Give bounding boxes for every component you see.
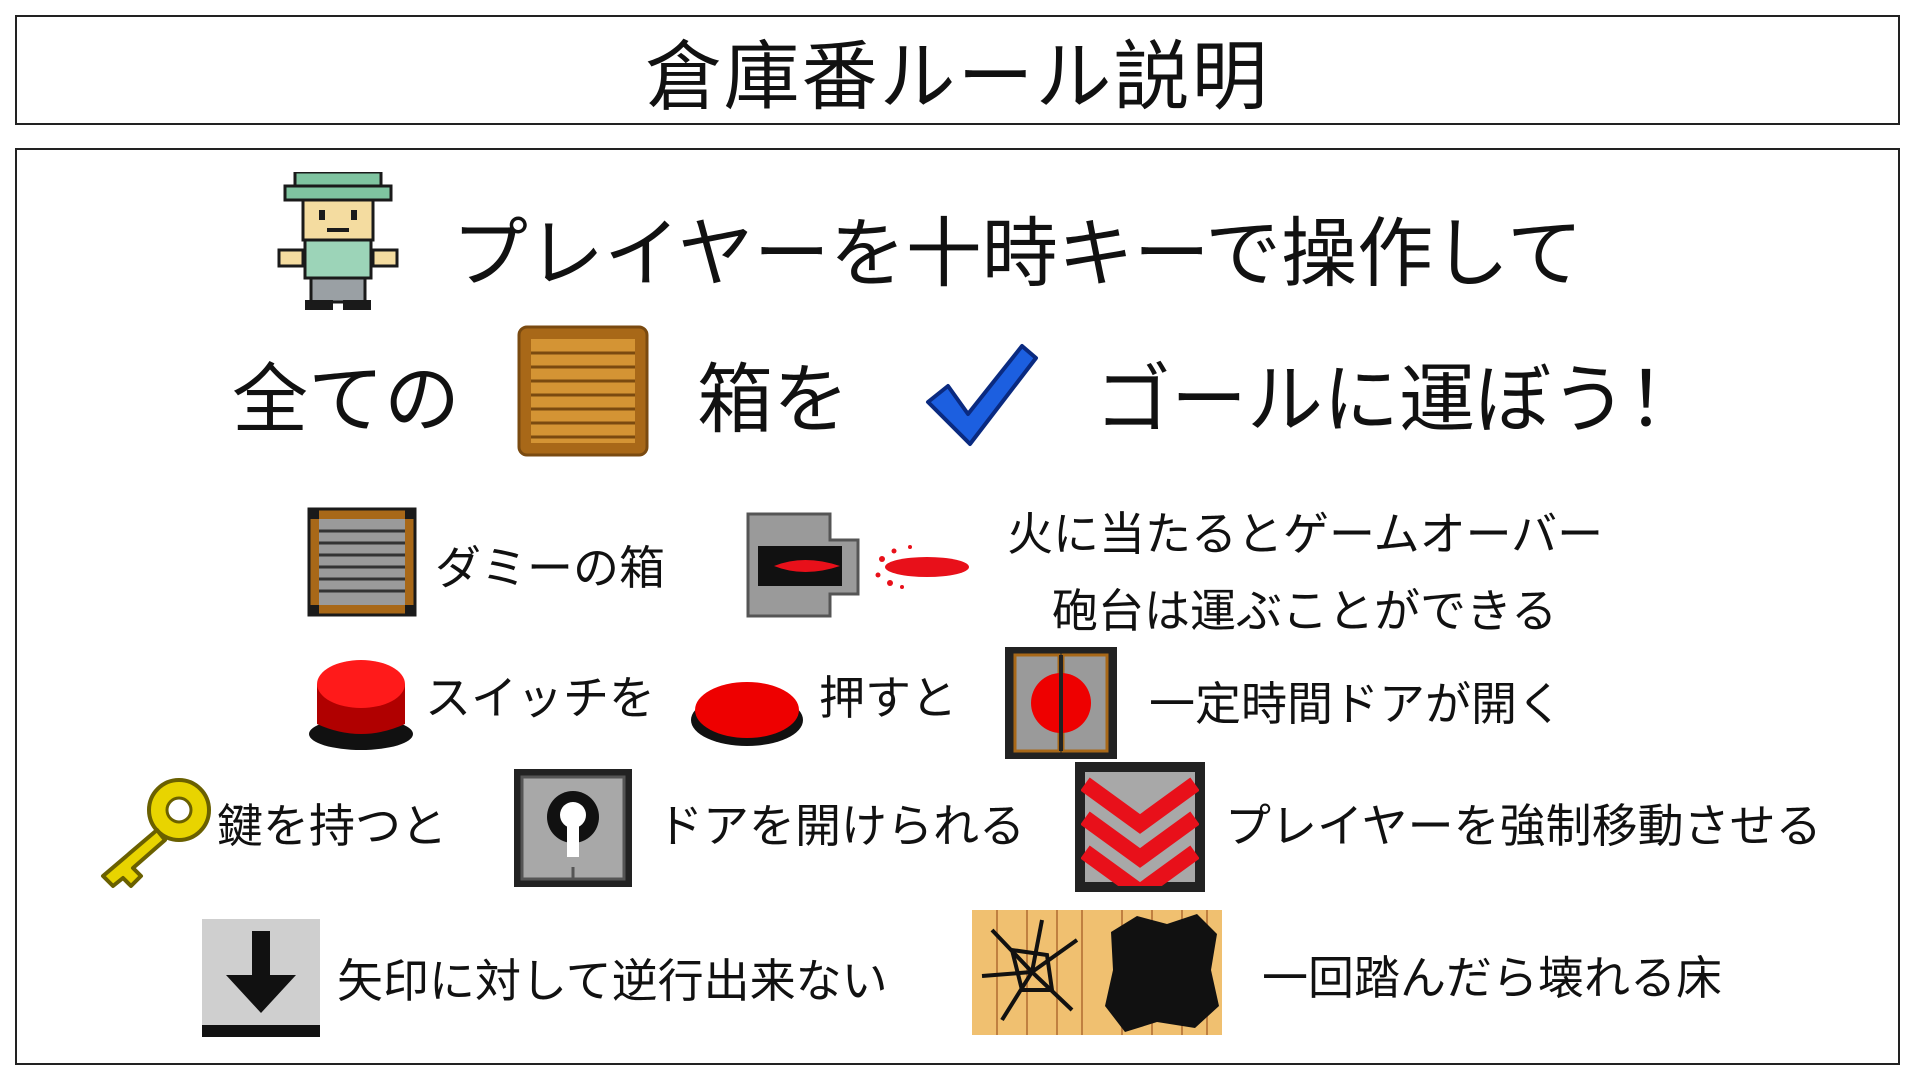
page-title: 倉庫番ルール説明 [645, 32, 1270, 121]
arrow-tile-icon [200, 917, 322, 1039]
arrow-label: 矢印に対して逆行出来ない [337, 954, 888, 1008]
rules-panel: プレイヤーを十時キーで操作して 全ての 箱を ゴールに運ぼう！ ダミーの箱 火に… [15, 148, 1900, 1065]
timed-door-icon [1003, 645, 1119, 761]
intro-goal: ゴールに運ぼう！ [1095, 355, 1703, 444]
cannon-rule-1: 火に当たるとゲームオーバー [1007, 507, 1604, 561]
player-icon [275, 172, 405, 312]
conveyor-label: プレイヤーを強制移動させる [1225, 799, 1822, 853]
floor-label: 一回踏んだら壊れる床 [1262, 951, 1722, 1005]
switch-label: スイッチを [425, 671, 655, 725]
key-door-icon [512, 767, 634, 889]
cannon-icon [744, 510, 862, 620]
title-banner: 倉庫番ルール説明 [15, 15, 1900, 125]
goal-check-icon [922, 340, 1042, 450]
cracked-floor-icon [972, 910, 1097, 1035]
press-label: 押すと [819, 671, 957, 725]
switch-up-icon [305, 650, 417, 754]
key-door-label: ドアを開けられる [657, 799, 1025, 853]
intro-line1: プレイヤーを十時キーで操作して [452, 209, 1583, 298]
cannon-rule-2: 砲台は運ぶことができる [1052, 584, 1558, 638]
conveyor-icon [1075, 762, 1205, 892]
key-icon [89, 772, 219, 892]
dummy-box-icon [307, 507, 417, 617]
fire-icon [872, 537, 972, 597]
key-label: 鍵を持つと [217, 799, 447, 853]
crate-icon [517, 325, 649, 457]
broken-floor-icon [1097, 910, 1222, 1035]
dummy-box-label: ダミーの箱 [435, 541, 665, 595]
intro-all: 全ての [232, 355, 460, 444]
timed-door-label: 一定時間ドアが開く [1149, 677, 1563, 731]
intro-box: 箱を [697, 355, 849, 444]
switch-pressed-icon [689, 670, 805, 750]
